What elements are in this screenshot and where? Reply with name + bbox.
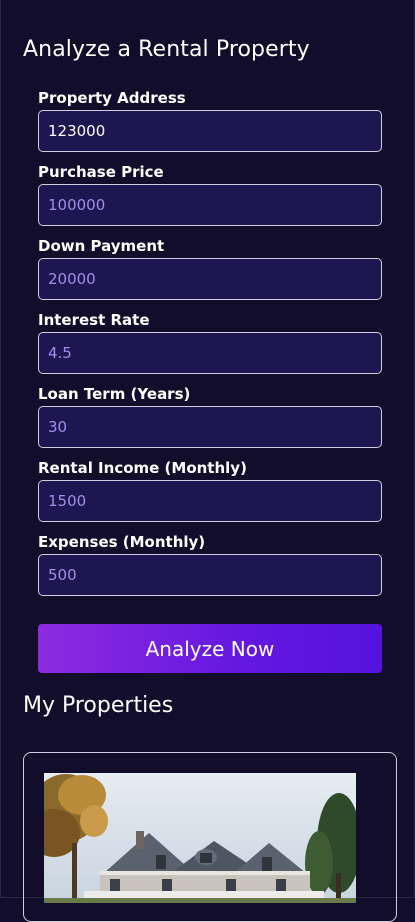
rental-income-label: Rental Income (Monthly) [38,459,247,477]
property-photo [44,773,356,903]
interest-rate-input[interactable] [38,332,382,374]
expenses-label: Expenses (Monthly) [38,533,206,551]
rental-income-input[interactable] [38,480,382,522]
app-frame: Analyze a Rental Property Property Addre… [0,0,415,922]
down-payment-label: Down Payment [38,237,165,255]
analyze-now-button[interactable]: Analyze Now [38,624,382,673]
property-address-input[interactable] [38,110,382,152]
down-payment-input[interactable] [38,258,382,300]
purchase-price-input[interactable] [38,184,382,226]
interest-rate-label: Interest Rate [38,311,150,329]
loan-term-input[interactable] [38,406,382,448]
property-card[interactable] [23,752,397,922]
page-title: Analyze a Rental Property [23,37,310,62]
property-address-label: Property Address [38,89,186,107]
my-properties-heading: My Properties [23,693,174,718]
loan-term-label: Loan Term (Years) [38,385,191,403]
purchase-price-label: Purchase Price [38,163,164,181]
expenses-input[interactable] [38,554,382,596]
